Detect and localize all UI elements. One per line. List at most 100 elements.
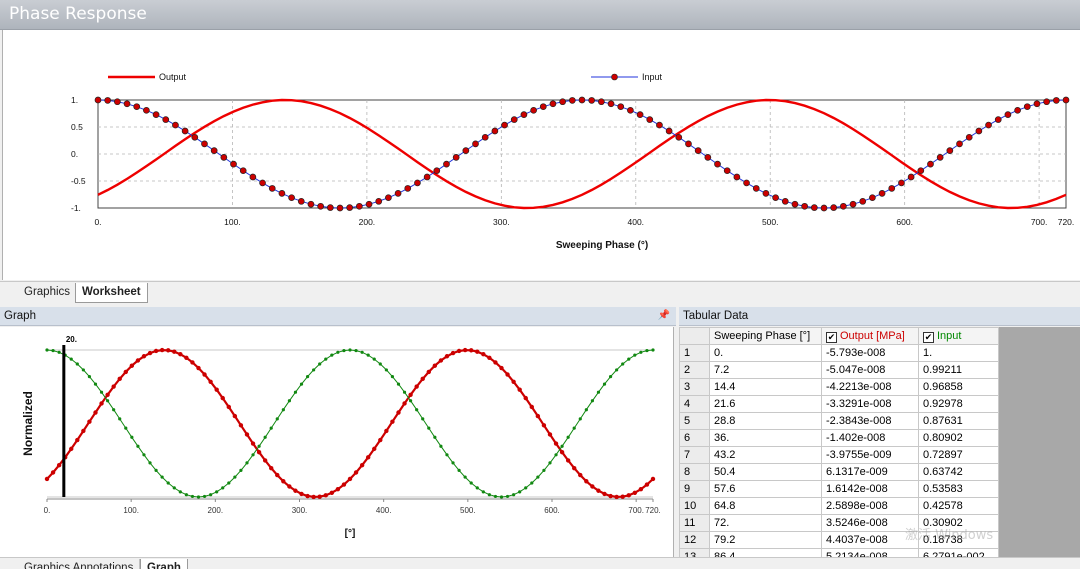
tab-graphics[interactable]: Graphics [18, 283, 78, 303]
data-point-output [172, 349, 177, 354]
data-point-input [859, 197, 867, 205]
data-point-input [162, 116, 170, 123]
tab-graphics-annotations[interactable]: Graphics Annotations [18, 559, 141, 569]
tab-worksheet[interactable]: Worksheet [75, 283, 148, 303]
data-point-input [1043, 98, 1050, 106]
data-point-input [421, 417, 425, 421]
data-point-output [632, 490, 638, 496]
table-row[interactable]: 12 79.2 4.4037e-008 0.18738 [679, 531, 999, 549]
output-cell: 2.5898e-008 [821, 497, 919, 515]
data-point-input [201, 140, 208, 148]
data-point-input [152, 111, 160, 118]
data-point-output [365, 455, 371, 460]
data-point-output [493, 360, 498, 365]
input-cell: 0.87631 [918, 412, 999, 430]
data-point-input [627, 357, 631, 361]
data-point-output [505, 372, 510, 377]
x-tick-label: 300. [493, 217, 510, 227]
output-checkbox[interactable]: ✔ [826, 331, 837, 343]
data-point-input [251, 453, 255, 457]
data-point-input [245, 461, 249, 465]
data-point-output [414, 384, 419, 389]
table-row[interactable]: 11 72. 3.5246e-008 0.30902 [679, 514, 999, 532]
tab-graph[interactable]: Graph [140, 559, 188, 569]
table-row[interactable]: 5 28.8 -2.3843e-008 0.87631 [679, 412, 999, 430]
data-point-output [311, 494, 316, 500]
data-point-input [481, 133, 489, 141]
data-point-input [633, 353, 637, 357]
row-number: 11 [679, 514, 710, 532]
row-number: 8 [679, 463, 710, 481]
input-cell: 0.42578 [918, 497, 999, 515]
data-point-input [365, 200, 373, 208]
data-point-input [142, 453, 146, 457]
data-point-input [360, 350, 364, 354]
data-point-input [985, 121, 992, 129]
data-point-input [568, 97, 576, 104]
series-line-output [46, 348, 654, 499]
data-point-input [645, 348, 649, 353]
data-point-output [644, 482, 650, 487]
data-point-input [239, 167, 247, 175]
data-point-input [457, 468, 461, 472]
row-number: 12 [679, 531, 710, 549]
input-cell: 0.72897 [918, 446, 999, 464]
data-point-input [202, 494, 207, 499]
sweeping-phase-cell: 0. [709, 344, 822, 362]
tabular-data-area: Sweeping Phase [°] ✔ Output [MPa] ✔ Input … [679, 327, 1080, 569]
data-point-input [956, 140, 963, 148]
data-point-output [87, 419, 92, 424]
data-point-output [129, 363, 135, 368]
table-row[interactable]: 8 50.4 6.1317e-009 0.63742 [679, 463, 999, 481]
phase-response-chart-area: Output Input 0. 100. 200. 300. 400. 500. 600. 700… [2, 30, 1080, 280]
data-point-output [420, 376, 425, 382]
graph-panel-title: Graph [4, 310, 36, 322]
table-row[interactable]: 6 36. -1.402e-008 0.80902 [679, 429, 999, 447]
table-row[interactable]: 10 64.8 2.5898e-008 0.42578 [679, 497, 999, 515]
input-cell: 0.18738 [918, 531, 999, 549]
data-point-input [621, 362, 625, 366]
data-point-output [602, 491, 607, 497]
row-number: 7 [679, 446, 710, 464]
data-point-output [426, 369, 431, 375]
table-row[interactable]: 2 7.2 -5.047e-008 0.99211 [679, 361, 999, 379]
data-point-output [117, 376, 122, 382]
input-column-header[interactable]: ✔ Input [918, 327, 999, 345]
pin-icon[interactable]: 📌 [658, 307, 670, 325]
table-row[interactable]: 9 57.6 1.6142e-008 0.53583 [679, 480, 999, 498]
data-point-input [1052, 97, 1060, 104]
data-point-input [608, 375, 613, 379]
input-checkbox[interactable]: ✔ [923, 331, 934, 343]
x-tick-label: 700. [628, 506, 644, 515]
table-row[interactable]: 3 14.4 -4.2213e-008 0.96858 [679, 378, 999, 396]
data-point-input [51, 348, 55, 353]
data-point-output [572, 465, 577, 471]
tabular-data-header: Tabular Data [679, 307, 1080, 326]
table-row[interactable]: 1 0. -5.793e-008 1. [679, 344, 999, 362]
sweeping-phase-column-header[interactable]: Sweeping Phase [°] [709, 327, 822, 345]
data-point-input [336, 350, 340, 354]
data-point-input [114, 98, 121, 106]
data-point-output [214, 387, 219, 392]
sweeping-phase-header-label: Sweeping Phase [°] [714, 330, 811, 342]
data-point-output [329, 490, 335, 496]
data-point-input [743, 179, 750, 187]
data-point-input [512, 493, 516, 497]
data-point-input [227, 481, 231, 485]
data-point-output [178, 351, 183, 357]
data-point-output [590, 484, 595, 489]
data-point-output [444, 354, 450, 359]
output-column-header[interactable]: ✔ Output [MPa] [821, 327, 919, 345]
data-point-input [215, 490, 219, 494]
data-point-output [220, 395, 225, 401]
sweeping-phase-cell: 43.2 [709, 446, 822, 464]
data-point-input [57, 350, 61, 354]
data-point-output [650, 476, 656, 482]
data-point-input [539, 103, 547, 111]
table-row[interactable]: 4 21.6 -3.3291e-008 0.92978 [679, 395, 999, 413]
data-point-input [178, 490, 182, 494]
data-point-input [685, 140, 692, 148]
data-point-output [517, 387, 522, 392]
table-row[interactable]: 7 43.2 -3.9755e-009 0.72897 [679, 446, 999, 464]
graph-area: 0. 100. 200. 300. 400. 500. 600. 700. 720. 20. Nor… [0, 327, 674, 557]
